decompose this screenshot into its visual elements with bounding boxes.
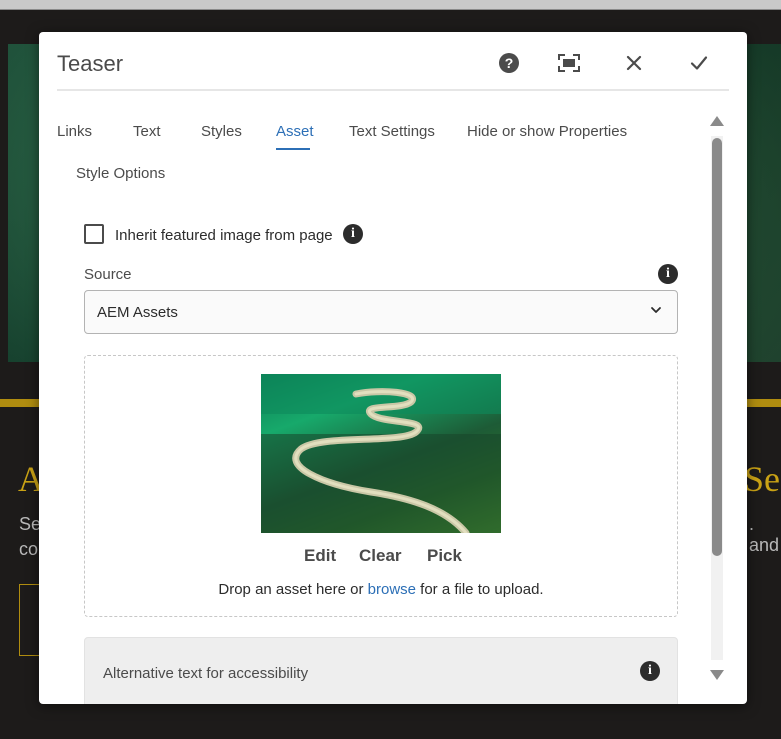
- tab-asset[interactable]: Asset: [276, 123, 314, 140]
- pick-asset-button[interactable]: Pick: [427, 546, 462, 566]
- question-icon: ?: [499, 53, 519, 73]
- background-text-fragment-right: . and: [749, 514, 780, 555]
- fullscreen-icon: [558, 54, 580, 72]
- tab-text-settings[interactable]: Text Settings: [349, 123, 435, 140]
- tab-hide-or-show-properties[interactable]: Hide or show Properties: [467, 123, 627, 140]
- close-icon: [626, 55, 642, 71]
- browser-top-bar: [0, 0, 781, 10]
- edit-asset-button[interactable]: Edit: [304, 546, 336, 566]
- drop-text-before: Drop an asset here or: [218, 581, 364, 598]
- tab-text[interactable]: Text: [133, 123, 161, 140]
- source-select-value: AEM Assets: [97, 304, 178, 321]
- dialog-title: Teaser: [57, 51, 124, 76]
- background-heading-fragment-right: Se: [744, 459, 780, 499]
- done-button[interactable]: [684, 48, 714, 78]
- info-icon[interactable]: i: [343, 224, 363, 244]
- scrollbar-thumb[interactable]: [712, 138, 722, 556]
- background-text-fragment: co: [19, 539, 39, 559]
- river-image: [261, 374, 501, 533]
- inherit-featured-image-checkbox[interactable]: [84, 224, 104, 244]
- scroll-down-arrow-icon[interactable]: [710, 670, 724, 680]
- browse-link[interactable]: browse: [368, 581, 416, 598]
- teaser-dialog: Teaser ? Links Text Styles Asset Text Se…: [39, 32, 747, 704]
- scroll-up-arrow-icon[interactable]: [710, 116, 724, 126]
- asset-thumbnail: [261, 374, 501, 533]
- alt-text-panel: Alternative text for accessibility i: [84, 637, 678, 704]
- tab-links[interactable]: Links: [57, 123, 92, 140]
- chevron-down-icon: [651, 307, 661, 313]
- close-button[interactable]: [619, 48, 649, 78]
- info-icon[interactable]: i: [640, 661, 660, 681]
- header-divider: [57, 89, 729, 91]
- drop-text-after: for a file to upload.: [420, 581, 544, 598]
- inherit-featured-image-label: Inherit featured image from page: [115, 227, 333, 244]
- drop-instructions: Drop an asset here or browse for a file …: [85, 581, 677, 598]
- fullscreen-button[interactable]: [554, 48, 584, 78]
- info-icon[interactable]: i: [658, 264, 678, 284]
- clear-asset-button[interactable]: Clear: [359, 546, 402, 566]
- background-text-fragment: Se: [19, 514, 42, 534]
- alt-text-label: Alternative text for accessibility: [103, 665, 309, 682]
- tab-styles[interactable]: Styles: [201, 123, 242, 140]
- source-label: Source: [84, 266, 132, 283]
- asset-dropzone[interactable]: Edit Clear Pick Drop an asset here or br…: [84, 355, 678, 617]
- tab-style-options[interactable]: Style Options: [76, 165, 165, 182]
- source-select[interactable]: AEM Assets: [84, 290, 678, 334]
- help-button[interactable]: ?: [494, 48, 524, 78]
- checkmark-icon: [690, 56, 708, 70]
- active-tab-indicator: [276, 148, 310, 150]
